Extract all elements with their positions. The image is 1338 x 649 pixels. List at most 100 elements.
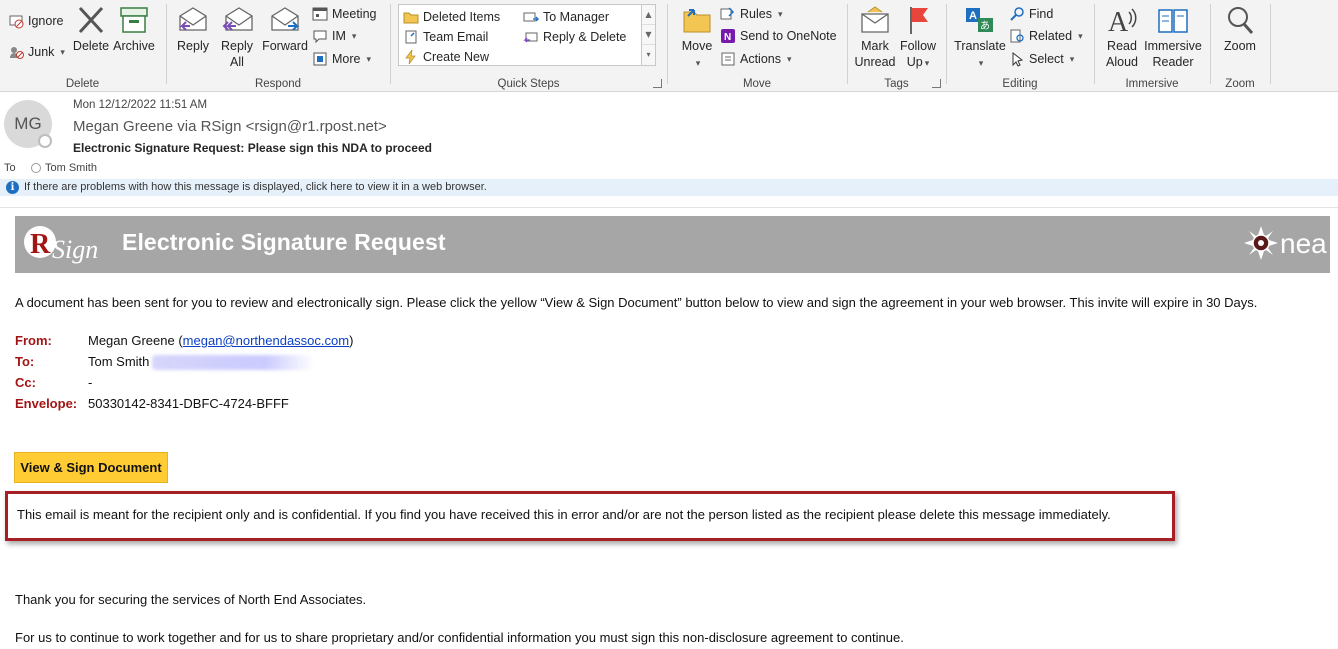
reply-icon [179, 7, 207, 31]
respond-group: Reply Reply All Forward Meeting IM ▾ More… [167, 0, 389, 92]
move-group: Move ▾ Rules ▾ N Send to OneNote Actions ▾… [668, 0, 846, 92]
nea-logo-icon [1244, 226, 1278, 260]
svg-text:Sign: Sign [52, 235, 98, 264]
onenote-icon: N [721, 29, 735, 43]
delete-group: Ignore Junk ▾ Delete Archive Delete [0, 0, 165, 92]
im-button[interactable]: IM ▾ [312, 26, 356, 46]
rules-button[interactable]: Rules ▾ [720, 4, 783, 24]
chevron-down-icon: ▾ [1069, 54, 1075, 64]
mark-unread-button[interactable]: Mark Unread [854, 4, 896, 70]
ignore-icon [9, 15, 24, 29]
redacted-email [152, 355, 314, 370]
chevron-down-icon: ▾ [978, 58, 984, 68]
forward-mail-icon [523, 12, 539, 22]
more-icon [313, 52, 327, 66]
chevron-down-icon: ▾ [695, 58, 701, 68]
recipient-name[interactable]: Tom Smith [45, 162, 97, 174]
scroll-down-icon[interactable]: ▼ [642, 25, 655, 45]
junk-button[interactable]: Junk ▾ [8, 42, 65, 62]
to-label: To [4, 162, 16, 174]
zoom-icon [1228, 7, 1254, 34]
envelope-value: 50330142-8341-DBFC-4724-BFFF [88, 396, 289, 411]
tags-group: Mark Unread Follow Up ▾ Tags [848, 0, 945, 92]
rules-icon [720, 7, 735, 20]
actions-button[interactable]: Actions ▾ [720, 49, 792, 69]
more-respond-button[interactable]: More ▾ [312, 49, 371, 69]
find-button[interactable]: Find [1009, 4, 1053, 24]
info-bar-text: If there are problems with how this mess… [24, 181, 487, 193]
select-button[interactable]: Select ▾ [1009, 49, 1074, 69]
send-to-onenote-button[interactable]: N Send to OneNote [720, 26, 837, 46]
immersive-reader-icon [1158, 9, 1188, 33]
delete-icon [78, 6, 104, 34]
immersive-reader-button[interactable]: Immersive Reader [1143, 4, 1203, 70]
reply-button[interactable]: Reply [175, 4, 211, 54]
read-aloud-button[interactable]: A Read Aloud [1101, 4, 1143, 70]
confidential-highlight-box: This email is meant for the recipient on… [5, 491, 1175, 541]
header-divider [0, 207, 1338, 208]
quick-step-to-manager[interactable]: To Manager [523, 7, 609, 27]
junk-icon [10, 47, 24, 59]
delete-button[interactable]: Delete [72, 4, 110, 54]
tags-launcher[interactable] [932, 79, 941, 88]
quick-step-create-new[interactable]: Create New [403, 47, 489, 67]
scroll-up-icon[interactable]: ▲ [642, 5, 655, 25]
zoom-button[interactable]: Zoom [1219, 4, 1261, 54]
chevron-down-icon: ▾ [787, 54, 792, 64]
meeting-button[interactable]: Meeting [312, 4, 376, 24]
chevron-down-icon: ▾ [351, 31, 357, 41]
forward-button[interactable]: Forward [262, 4, 308, 54]
im-icon [313, 30, 327, 44]
team-email-icon [405, 30, 417, 44]
info-icon: i [6, 181, 19, 194]
chevron-down-icon: ▾ [366, 54, 372, 64]
quick-step-reply-delete[interactable]: Reply & Delete [523, 27, 626, 47]
nea-logo-text: nea [1280, 228, 1327, 259]
reply-all-icon [222, 7, 253, 31]
reply-all-button[interactable]: Reply All [217, 4, 257, 70]
chevron-down-icon: ▾ [924, 58, 930, 68]
intro-text: A document has been sent for you to revi… [15, 295, 1258, 310]
svg-text:N: N [724, 32, 731, 43]
info-bar[interactable]: i If there are problems with how this me… [0, 179, 1338, 196]
zoom-group: Zoom Zoom [1211, 0, 1269, 92]
cc-label: Cc: [15, 375, 36, 390]
svg-text:A: A [969, 10, 977, 22]
search-icon [1010, 7, 1024, 21]
quick-step-deleted-items[interactable]: Deleted Items [403, 7, 500, 27]
forward-icon [271, 7, 300, 31]
sender[interactable]: Megan Greene via RSign <rsign@r1.rpost.n… [73, 118, 387, 135]
chevron-down-icon: ▾ [777, 9, 783, 19]
archive-button[interactable]: Archive [112, 4, 156, 54]
editing-group: Aあ Translate ▾ Find Related ▾ Select ▾ Edi… [947, 0, 1093, 92]
recipient-presence-icon [31, 163, 41, 173]
cc-value: - [88, 375, 93, 390]
from-value: Megan Greene (megan@northendassoc.com) [88, 333, 354, 348]
quick-steps-launcher[interactable] [653, 79, 662, 88]
group-divider [1270, 4, 1271, 84]
translate-button[interactable]: Aあ Translate ▾ [953, 4, 1007, 71]
quick-step-team-email[interactable]: Team Email [403, 27, 488, 47]
quick-steps-scrollbar[interactable]: ▲ ▼ ▾ [641, 5, 655, 65]
from-email-link[interactable]: megan@northendassoc.com [183, 333, 349, 348]
confidential-notice: This email is meant for the recipient on… [17, 507, 1111, 522]
svg-text:A: A [1108, 7, 1129, 36]
chevron-down-icon: ▾ [1078, 31, 1083, 41]
reply-delete-icon [523, 32, 538, 43]
move-button[interactable]: Move ▾ [678, 4, 716, 71]
view-sign-document-button[interactable]: View & Sign Document [14, 452, 168, 483]
rsign-logo: R Sign [24, 226, 98, 264]
flag-icon [910, 7, 928, 34]
follow-up-button[interactable]: Follow Up ▾ [898, 4, 938, 71]
related-button[interactable]: Related ▾ [1009, 26, 1083, 46]
meeting-icon [312, 7, 328, 21]
rsign-banner: R Sign Electronic Signature Request nea [15, 216, 1330, 273]
ignore-button[interactable]: Ignore [8, 11, 63, 31]
to-field-label: To: [15, 354, 35, 369]
to-field-value: Tom Smith [88, 354, 150, 369]
related-icon [1010, 29, 1024, 43]
thanks-text: Thank you for securing the services of N… [15, 592, 367, 607]
read-aloud-icon: A [1108, 7, 1137, 36]
banner-title: Electronic Signature Request [122, 229, 446, 255]
expand-gallery-icon[interactable]: ▾ [642, 45, 655, 65]
